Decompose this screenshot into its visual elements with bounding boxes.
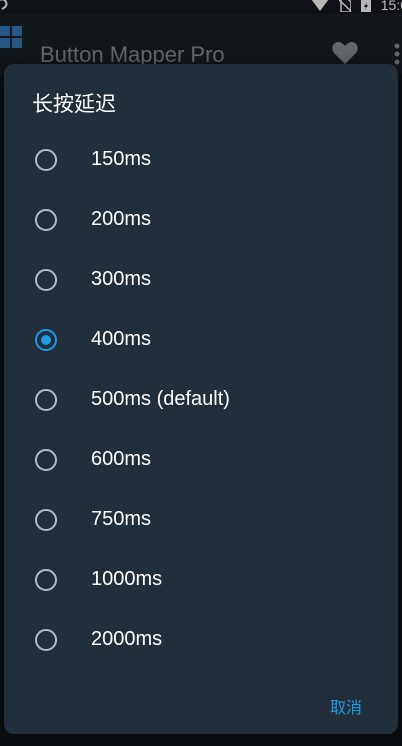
option-300ms[interactable]: 300ms (4, 250, 398, 310)
option-400ms[interactable]: 400ms (4, 310, 398, 370)
option-500ms[interactable]: 500ms (default) (4, 370, 398, 430)
option-label: 300ms (91, 268, 152, 290)
radio-button[interactable] (35, 269, 57, 291)
radio-button[interactable] (35, 389, 57, 411)
option-750ms[interactable]: 750ms (4, 490, 398, 550)
radio-button[interactable] (35, 149, 57, 171)
long-press-delay-dialog: 长按延迟 150ms 200ms 300ms 400ms 500ms (defa… (4, 64, 398, 734)
option-label: 750ms (91, 508, 152, 530)
option-200ms[interactable]: 200ms (4, 190, 398, 250)
option-600ms[interactable]: 600ms (4, 430, 398, 490)
option-label: 200ms (91, 208, 152, 230)
radio-button[interactable] (35, 449, 57, 471)
option-2000ms[interactable]: 2000ms (4, 610, 398, 670)
radio-button[interactable] (35, 569, 57, 591)
option-label: 600ms (91, 448, 152, 470)
option-label: 1000ms (91, 568, 163, 590)
radio-button[interactable] (35, 509, 57, 531)
option-label: 150ms (91, 148, 152, 170)
radio-button[interactable] (35, 629, 57, 651)
option-label: 500ms (default) (91, 388, 230, 410)
delay-options-list: 150ms 200ms 300ms 400ms 500ms (default) … (4, 130, 398, 670)
option-1000ms[interactable]: 1000ms (4, 550, 398, 610)
dialog-title: 长按延迟 (32, 92, 116, 116)
option-label: 400ms (91, 328, 152, 350)
radio-button[interactable] (35, 209, 57, 231)
radio-button[interactable] (35, 329, 57, 351)
option-150ms[interactable]: 150ms (4, 130, 398, 190)
option-label: 2000ms (91, 628, 163, 650)
cancel-button[interactable]: 取消 (330, 694, 362, 718)
